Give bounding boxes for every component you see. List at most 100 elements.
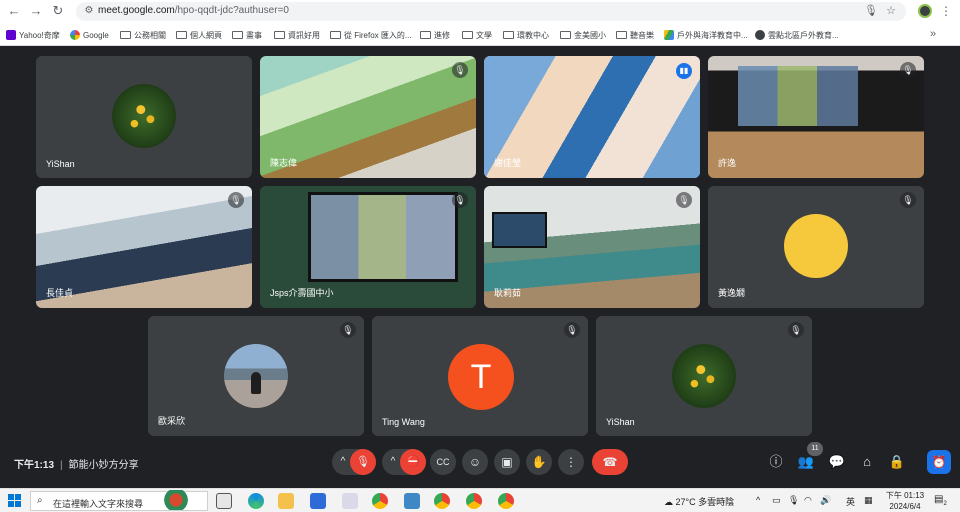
notification-count: 2 — [943, 501, 947, 507]
mic-icon[interactable]: 🎙 — [864, 4, 878, 18]
url-path: /hpo-qqdt-jdc?authuser=0 — [174, 5, 289, 16]
participant-name: 許逸 — [718, 158, 737, 168]
bookmark-item[interactable]: 個人網頁 — [176, 27, 222, 43]
raise-hand-icon[interactable]: ✋ — [526, 449, 552, 475]
bookmark-label: 文學 — [476, 30, 492, 40]
captions-button[interactable]: CC — [430, 449, 456, 475]
participant-name: YiShan — [606, 417, 635, 427]
bookmark-item[interactable]: 進修 — [420, 27, 450, 43]
video-feed — [708, 56, 924, 178]
participant-tile[interactable]: YiShan — [36, 56, 252, 178]
participant-name: Jsps介壽國中小 — [270, 288, 334, 298]
participant-tile[interactable]: 🎙 長佳貞 — [36, 186, 252, 308]
star-icon[interactable]: ☆ — [884, 4, 898, 18]
file-explorer-icon[interactable] — [278, 493, 294, 509]
participant-tile[interactable]: 🎙 陳志偉 — [260, 56, 476, 178]
menu-icon[interactable]: ⋮ — [940, 3, 952, 19]
bookmark-item[interactable]: Google — [70, 27, 109, 43]
reload-icon[interactable]: ↻ — [50, 3, 66, 19]
avatar — [784, 214, 848, 278]
participant-tile[interactable]: ▮▮ 謝佳瑩 — [484, 56, 700, 178]
profile-avatar[interactable] — [918, 4, 932, 18]
forward-icon[interactable]: → — [28, 3, 44, 19]
chevron-up-icon[interactable]: ^ — [337, 449, 349, 475]
mic-off-icon: 🎙 — [452, 62, 468, 78]
timer-icon[interactable]: ⏰ — [927, 450, 951, 474]
chrome-icon[interactable] — [434, 493, 450, 509]
more-options-icon[interactable]: ⋮ — [558, 449, 584, 475]
start-tile — [15, 494, 21, 500]
end-call-button[interactable]: ☎ — [592, 449, 628, 475]
chrome-icon[interactable] — [498, 493, 514, 509]
chevron-up-icon[interactable]: ^ — [756, 495, 760, 505]
chevron-up-icon[interactable]: ^ — [387, 449, 399, 475]
participant-tile[interactable]: 🎙 Jsps介壽國中小 — [260, 186, 476, 308]
participant-tile[interactable]: 🎙 黃逸嫺 — [708, 186, 924, 308]
chrome-icon[interactable] — [372, 493, 388, 509]
notification-icon[interactable]: ▤2 — [934, 494, 948, 508]
folder-icon — [176, 31, 187, 39]
chrome-icon[interactable] — [466, 493, 482, 509]
app-icon[interactable] — [342, 493, 358, 509]
participant-tile[interactable]: 🎙 耿莉茹 — [484, 186, 700, 308]
more-bookmarks-icon[interactable]: » — [930, 28, 936, 40]
ime-mode-icon[interactable]: ▦ — [864, 495, 873, 506]
folder-icon — [420, 31, 431, 39]
network-icon[interactable]: ▭ — [772, 495, 781, 506]
emoji-icon[interactable]: ☺ — [462, 449, 488, 475]
chat-icon[interactable]: 💬 — [827, 452, 847, 472]
participant-name: YiShan — [46, 159, 75, 169]
wifi-icon[interactable]: ◠ — [804, 495, 812, 506]
bookmark-item[interactable]: 金美國小 — [560, 27, 606, 43]
camera-control[interactable]: ^ ⛔ — [382, 449, 426, 475]
info-icon[interactable]: ⓘ — [766, 452, 786, 472]
participant-tile[interactable]: T 🎙 Ting Wang — [372, 316, 588, 436]
meeting-info: 下午1:13 | 節能小妙方分享 — [14, 456, 139, 471]
bookmark-item[interactable]: Yahoo!奇摩 — [6, 27, 60, 43]
url-host: meet.google.com — [98, 5, 175, 16]
participant-tile[interactable]: 🎙 歐采欣 — [148, 316, 364, 436]
bookmark-item[interactable]: 文學 — [462, 27, 492, 43]
mic-control[interactable]: ^ 🎙 — [332, 449, 376, 475]
start-tile — [8, 501, 14, 507]
windows-start-icon[interactable] — [8, 494, 22, 508]
bookmark-item[interactable]: 聽音樂 — [616, 27, 654, 43]
tv-screen — [738, 66, 858, 126]
bookmark-item[interactable]: 公務相關 — [120, 27, 166, 43]
url-text[interactable]: meet.google.com/hpo-qqdt-jdc?authuser=0 — [98, 5, 289, 16]
bookmark-item[interactable]: 畫事 — [232, 27, 262, 43]
bookmark-item[interactable]: 環教中心 — [503, 27, 549, 43]
start-tile — [8, 494, 14, 500]
back-icon[interactable]: ← — [6, 3, 22, 19]
search-icon: ⌕ — [37, 495, 43, 506]
edge-icon[interactable] — [248, 493, 264, 509]
volume-icon[interactable]: 🔊 — [820, 495, 831, 506]
mic-icon[interactable]: 🎙 — [788, 495, 799, 506]
system-clock[interactable]: 下午 01:13 2024/6/4 — [882, 490, 928, 512]
participant-name: 長佳貞 — [46, 288, 74, 298]
bookmark-label: 金美國小 — [574, 30, 606, 40]
app-icon[interactable] — [404, 493, 420, 509]
participant-tile[interactable]: 🎙 許逸 — [708, 56, 924, 178]
bookmark-item[interactable]: 戶外與海洋教育中... — [664, 27, 748, 43]
task-view-icon[interactable] — [216, 493, 232, 509]
host-controls-icon[interactable]: 🔒 — [887, 452, 907, 472]
participant-tile[interactable]: 🎙 YiShan — [596, 316, 812, 436]
bookmark-item[interactable]: 從 Firefox 匯入的... — [330, 27, 412, 43]
camera-off-icon[interactable]: ⛔ — [400, 449, 426, 475]
bookmark-item[interactable]: 資訊好用 — [274, 27, 320, 43]
mic-off-icon: 🎙 — [788, 322, 804, 338]
folder-icon — [616, 31, 627, 39]
meeting-time: 下午1:13 — [14, 460, 55, 471]
bookmark-label: 進修 — [434, 30, 450, 40]
meeting-controls-bar: 下午1:13 | 節能小妙方分享 ^ 🎙 ^ ⛔ CC ☺ ▣ ✋ ⋮ ☎ ⓘ 👥 … — [0, 442, 960, 488]
weather-widget[interactable]: ☁ 27°C 多雲時陰 — [664, 495, 734, 508]
mic-off-icon[interactable]: 🎙 — [350, 449, 376, 475]
mail-icon[interactable] — [310, 493, 326, 509]
address-bar[interactable]: ⚙ meet.google.com/hpo-qqdt-jdc?authuser=… — [76, 2, 906, 21]
bookmark-item[interactable]: 雲點北區戶外教育... — [755, 27, 839, 43]
ime-indicator[interactable]: 英 — [846, 495, 855, 508]
activities-icon[interactable]: ⌂ — [857, 452, 877, 472]
site-settings-icon[interactable]: ⚙ — [82, 4, 96, 18]
present-screen-icon[interactable]: ▣ — [494, 449, 520, 475]
